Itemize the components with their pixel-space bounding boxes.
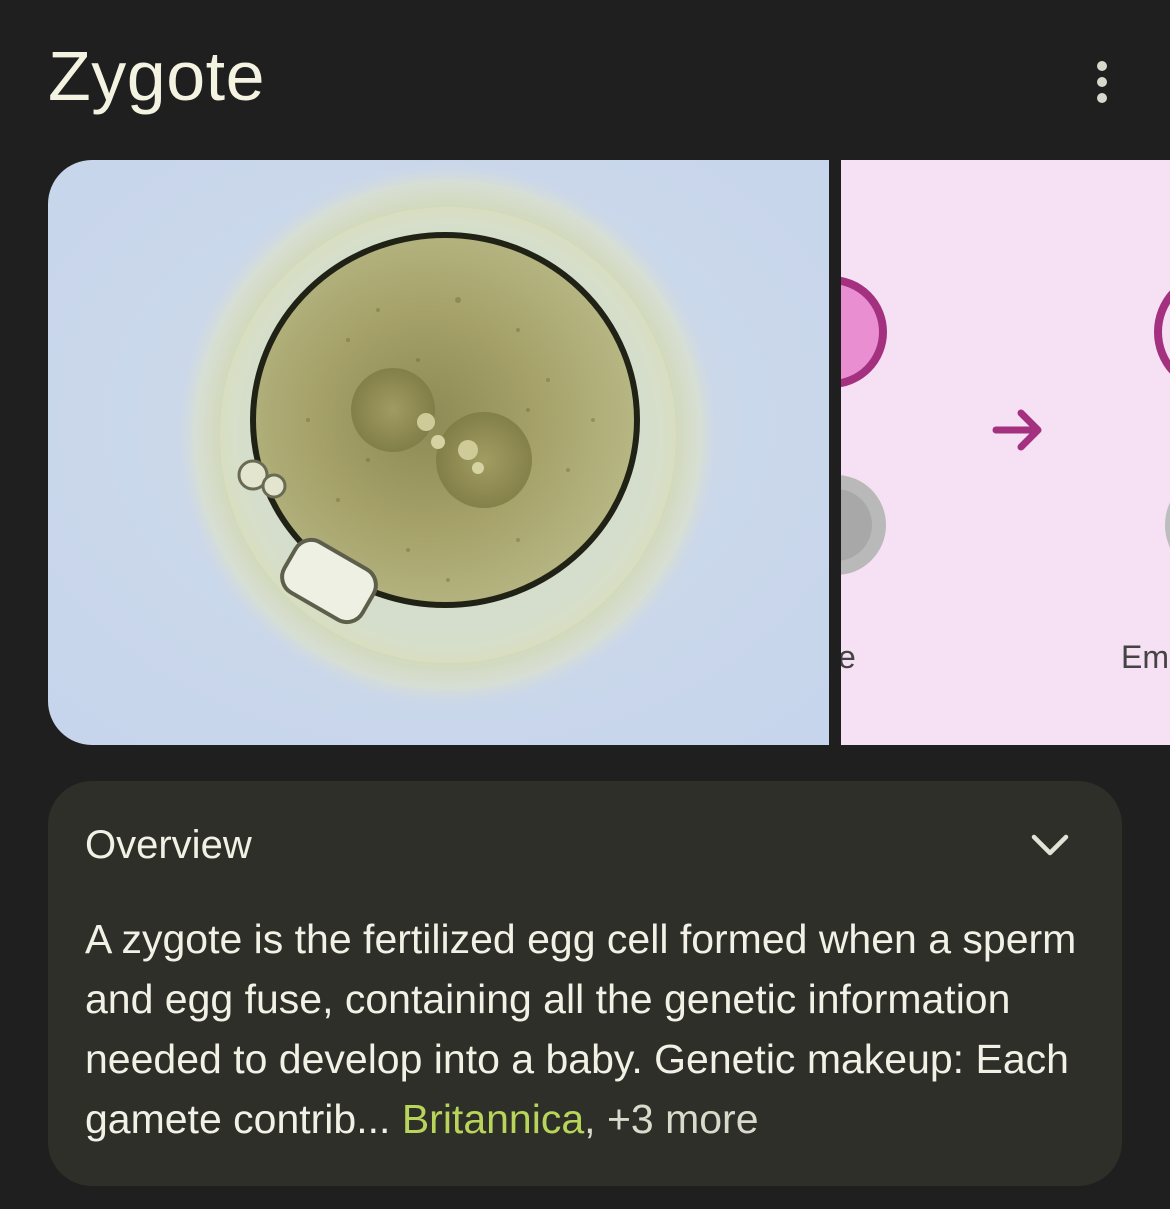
page-title: Zygote [48,37,265,115]
chevron-down-icon[interactable] [1028,825,1072,865]
overview-title: Overview [85,823,252,867]
diagram-label-left: e [841,639,856,675]
dot [1097,93,1107,103]
overview-card[interactable]: Overview A zygote is the fertilized egg … [48,781,1122,1186]
overview-text: A zygote is the fertilized egg cell form… [85,909,1095,1149]
image-carousel[interactable]: e Em [48,160,1170,745]
ellipsis: ... [356,1096,391,1142]
dot [1097,77,1107,87]
source-separator: , [584,1096,596,1142]
dot [1097,61,1107,71]
knowledge-panel: Zygote e Em Overview A zygote is the fer… [0,0,1170,1209]
more-sources-link[interactable]: +3 more [607,1096,759,1142]
fertilization-diagram-image[interactable]: e Em [841,160,1170,745]
source-link-britannica[interactable]: Britannica [402,1096,584,1142]
more-vert-icon[interactable] [1080,58,1124,106]
zygote-micrograph-image[interactable] [48,160,829,745]
diagram-label-right: Em [1121,639,1169,675]
